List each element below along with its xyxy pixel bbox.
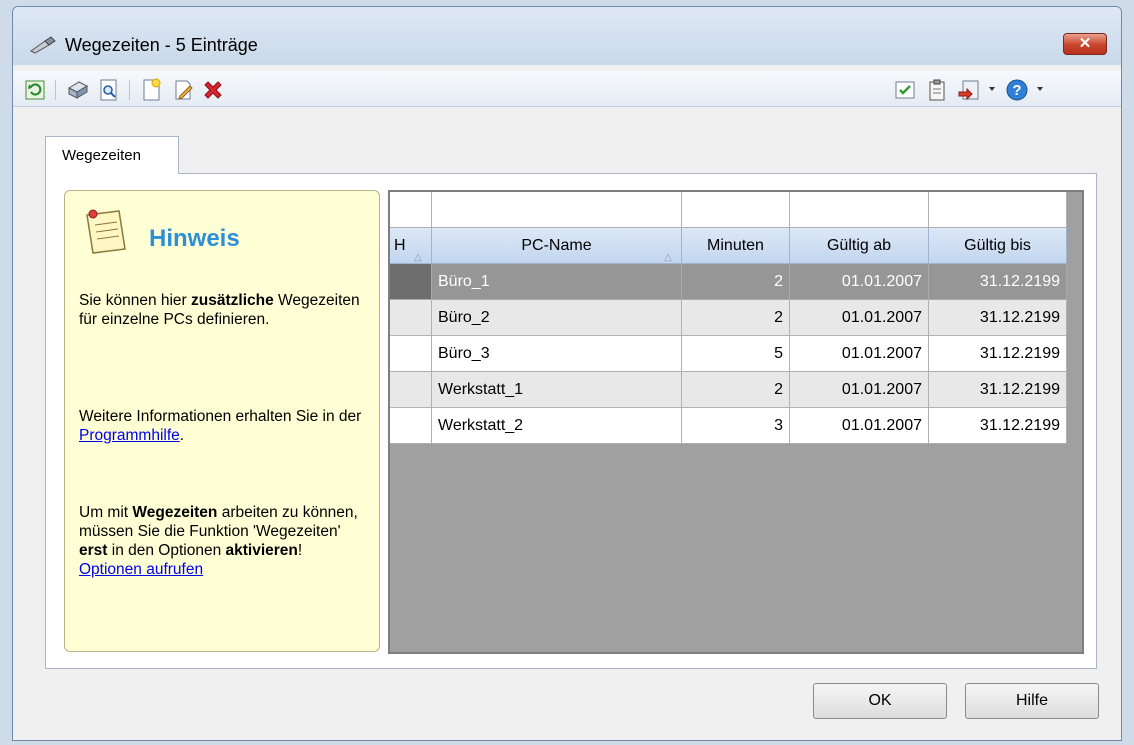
gueltig-bis-cell: 31.12.2199 [929, 372, 1067, 408]
minuten-cell: 2 [682, 300, 790, 336]
pc-name-cell: Büro_3 [432, 336, 682, 372]
pc-name-cell: Werkstatt_1 [432, 372, 682, 408]
column-header-gueltig-bis[interactable]: Gültig bis [929, 228, 1067, 264]
new-entry-icon[interactable] [139, 78, 163, 102]
clipboard-icon[interactable] [925, 78, 949, 102]
help-dropdown-arrow[interactable] [1037, 87, 1043, 91]
pc-name-cell: Werkstatt_2 [432, 408, 682, 444]
ok-button[interactable]: OK [813, 683, 947, 719]
gueltig-bis-cell: 31.12.2199 [929, 300, 1067, 336]
minuten-cell: 2 [682, 264, 790, 300]
filter-cell[interactable] [432, 192, 682, 228]
dialog-window: Wegezeiten - 5 Einträge ✕ ? Wegezeiten H… [12, 6, 1122, 741]
toolbar: ? [13, 71, 1121, 107]
title-bar: Wegezeiten - 5 Einträge ✕ [13, 7, 1121, 65]
edit-icon[interactable] [171, 78, 195, 102]
table-row[interactable]: Büro_1 2 01.01.2007 31.12.2199 [390, 264, 1082, 300]
filter-cell[interactable] [790, 192, 929, 228]
gueltig-ab-cell: 01.01.2007 [790, 372, 929, 408]
close-button[interactable]: ✕ [1063, 33, 1107, 55]
hint-text: . [179, 427, 185, 444]
program-help-link[interactable]: Programmhilfe [79, 427, 180, 444]
checklist-icon[interactable] [893, 78, 917, 102]
column-header-gueltig-ab[interactable]: Gültig ab [790, 228, 929, 264]
gueltig-ab-cell: 01.01.2007 [790, 300, 929, 336]
filter-cell[interactable] [682, 192, 790, 228]
table-row[interactable]: Werkstatt_2 3 01.01.2007 31.12.2199 [390, 408, 1082, 444]
notepad-icon [86, 209, 126, 254]
minuten-cell: 5 [682, 336, 790, 372]
table-row[interactable]: Büro_2 2 01.01.2007 31.12.2199 [390, 300, 1082, 336]
tab-wegezeiten[interactable]: Wegezeiten [45, 136, 179, 174]
toolbar-separator [129, 80, 130, 100]
filter-row [390, 192, 1082, 228]
gueltig-ab-cell: 01.01.2007 [790, 264, 929, 300]
wegezeiten-grid: H △ PC-Name △ Minuten Gültig ab Gültig bis… [388, 190, 1084, 654]
hint-panel: Hinweis Sie können hier zusätzliche Wege… [64, 190, 380, 652]
table-row[interactable]: Büro_3 5 01.01.2007 31.12.2199 [390, 336, 1082, 372]
hint-paragraph-1: Sie können hier zusätzliche Wegezeiten f… [79, 291, 369, 329]
minuten-cell: 2 [682, 372, 790, 408]
row-indicator [390, 372, 432, 408]
hint-text: Um mit [79, 504, 133, 521]
minuten-cell: 3 [682, 408, 790, 444]
hint-bold-text: zusätzliche [191, 292, 274, 309]
gueltig-bis-cell: 31.12.2199 [929, 408, 1067, 444]
toolbar-separator [55, 80, 56, 100]
print-icon[interactable] [65, 78, 89, 102]
print-preview-icon[interactable] [97, 78, 121, 102]
grid-corner [1067, 192, 1082, 228]
delete-icon[interactable] [201, 78, 225, 102]
row-indicator [390, 336, 432, 372]
open-options-link[interactable]: Optionen aufrufen [79, 561, 203, 578]
filter-cell[interactable] [929, 192, 1067, 228]
column-header-minuten[interactable]: Minuten [682, 228, 790, 264]
hint-text: in den Optionen [107, 542, 226, 559]
hint-text: ! [297, 542, 303, 559]
help-icon[interactable]: ? [1005, 78, 1029, 102]
pc-name-cell: Büro_2 [432, 300, 682, 336]
refresh-icon[interactable] [23, 78, 47, 102]
svg-text:?: ? [1012, 82, 1021, 99]
column-header-label: H [394, 237, 406, 254]
gueltig-ab-cell: 01.01.2007 [790, 336, 929, 372]
row-indicator [390, 264, 432, 300]
tab-panel: Hinweis Sie können hier zusätzliche Wege… [45, 173, 1097, 669]
exit-icon[interactable] [957, 78, 981, 102]
gueltig-bis-cell: 31.12.2199 [929, 336, 1067, 372]
wrench-icon [30, 36, 56, 54]
row-indicator [390, 300, 432, 336]
hint-paragraph-2: Weitere Informationen erhalten Sie in de… [79, 407, 369, 445]
sort-arrow-icon: △ [664, 252, 672, 263]
hint-bold-text: erst [79, 542, 108, 559]
hint-text: Sie können hier [79, 292, 192, 309]
gueltig-ab-cell: 01.01.2007 [790, 408, 929, 444]
hint-bold-text: Wegezeiten [132, 504, 218, 521]
header-row: H △ PC-Name △ Minuten Gültig ab Gültig bis [390, 228, 1082, 264]
window-title: Wegezeiten - 5 Einträge [65, 35, 258, 55]
hint-text: Weitere Informationen erhalten Sie in de… [79, 408, 362, 425]
hint-bold-text: aktivieren [225, 542, 298, 559]
sort-arrow-icon: △ [414, 252, 422, 263]
filter-cell[interactable] [390, 192, 432, 228]
table-row[interactable]: Werkstatt_1 2 01.01.2007 31.12.2199 [390, 372, 1082, 408]
row-indicator [390, 408, 432, 444]
hint-paragraph-3: Um mit Wegezeiten arbeiten zu können, mü… [79, 503, 369, 579]
hint-title: Hinweis [149, 225, 240, 252]
exit-dropdown-arrow[interactable] [989, 87, 995, 91]
column-header-h[interactable]: H △ [390, 228, 432, 264]
help-button[interactable]: Hilfe [965, 683, 1099, 719]
gueltig-bis-cell: 31.12.2199 [929, 264, 1067, 300]
column-header-pc-name[interactable]: PC-Name △ [432, 228, 682, 264]
column-header-label: PC-Name [521, 237, 592, 254]
pc-name-cell: Büro_1 [432, 264, 682, 300]
